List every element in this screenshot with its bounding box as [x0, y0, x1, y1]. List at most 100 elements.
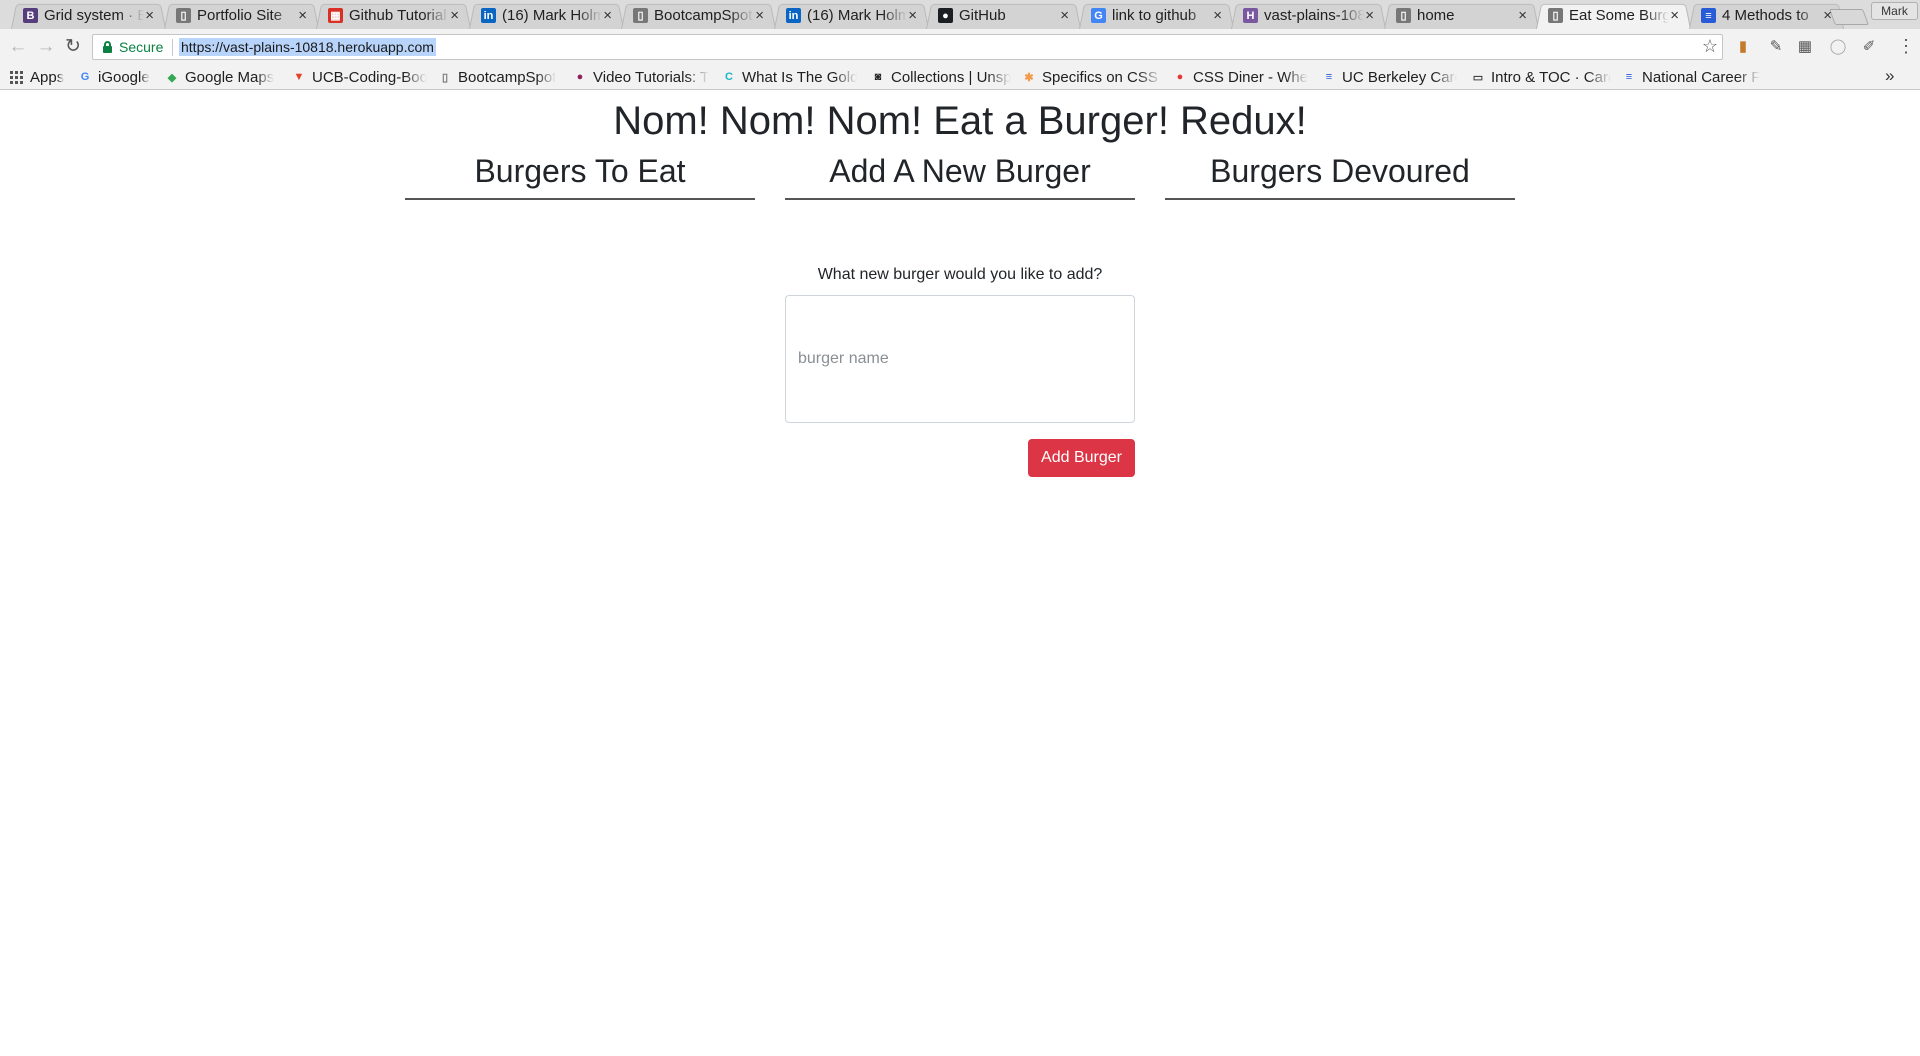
- bookmark-item[interactable]: ● CSS Diner - Where: [1173, 68, 1308, 86]
- add-burger-button[interactable]: Add Burger: [1028, 439, 1135, 477]
- burgers-devoured-heading: Burgers Devoured: [1165, 153, 1515, 200]
- close-tab-icon[interactable]: ×: [908, 7, 917, 24]
- diner-icon: ●: [1176, 71, 1184, 83]
- page-icon: ▯: [1396, 8, 1411, 23]
- back-arrow-icon[interactable]: ←: [6, 35, 30, 59]
- extension-pen-icon[interactable]: ✐: [1860, 38, 1878, 56]
- page-icon: ▯: [176, 8, 191, 23]
- bookmark-label: iGoogle: [98, 68, 150, 86]
- browser-tab[interactable]: Glink to github ×: [1079, 2, 1234, 30]
- page-title: Nom! Nom! Nom! Eat a Burger! Redux!: [613, 99, 1307, 143]
- google-icon: G: [1091, 8, 1106, 23]
- close-tab-icon[interactable]: ×: [755, 7, 764, 24]
- bookmark-label: Collections | Unsp: [891, 68, 1011, 86]
- close-tab-icon[interactable]: ×: [1060, 7, 1069, 24]
- bookmark-item[interactable]: Apps: [10, 68, 65, 86]
- page-icon: ▯: [633, 8, 648, 23]
- bookmark-item[interactable]: ✱ Specifics on CSS S: [1022, 68, 1162, 86]
- browser-tab[interactable]: ● GitHub ×: [926, 2, 1081, 30]
- bookmark-item[interactable]: ● Video Tutorials: T: [573, 68, 713, 86]
- profile-button[interactable]: Mark: [1871, 2, 1918, 20]
- bookmarks-overflow-chevron-icon[interactable]: »: [1885, 66, 1894, 86]
- close-tab-icon[interactable]: ×: [450, 7, 459, 24]
- tab-title: GitHub: [959, 7, 1006, 24]
- bookmark-star-icon[interactable]: ☆: [1702, 36, 1718, 57]
- tab-title: Github Tutorial: [349, 7, 447, 24]
- bookmark-item[interactable]: ▭ Intro & TOC · Care: [1471, 68, 1611, 86]
- linkedin-icon: in: [481, 8, 496, 23]
- bookmark-item[interactable]: ≡ National Career F: [1622, 68, 1762, 86]
- tab-title: (16) Mark Holmes: [502, 7, 602, 24]
- bookmark-item[interactable]: C What Is The Gold: [722, 68, 857, 86]
- bookmark-item[interactable]: ▼ UCB-Coding-Boot: [292, 68, 427, 86]
- docs-icon: ≡: [1701, 8, 1716, 23]
- bookmark-label: What Is The Gold: [742, 68, 857, 86]
- close-tab-icon[interactable]: ×: [1670, 7, 1679, 24]
- browser-tab[interactable]: in (16) Mark Holmes×: [469, 2, 624, 30]
- close-tab-icon[interactable]: ×: [1365, 7, 1374, 24]
- browser-tab[interactable]: ▯ Portfolio Site ×: [164, 2, 319, 30]
- browser-tab[interactable]: Hvast-plains-10818×: [1231, 2, 1386, 30]
- bookmark-item[interactable]: ◙ Collections | Unsp: [871, 68, 1011, 86]
- bookmark-label: Intro & TOC · Care: [1491, 68, 1611, 86]
- extension-keyboard-icon[interactable]: ▦: [1796, 38, 1814, 56]
- gitlab-icon: ▼: [293, 71, 305, 83]
- browser-menu-icon[interactable]: ⋮: [1897, 36, 1915, 56]
- page-icon: ▯: [1548, 8, 1563, 23]
- browser-tab[interactable]: ▦ Github Tutorial ×: [316, 2, 471, 30]
- reload-icon[interactable]: ↻: [61, 35, 85, 59]
- lock-icon: [103, 41, 112, 53]
- video-icon: ●: [576, 71, 584, 83]
- bookmark-label: Specifics on CSS S: [1042, 68, 1162, 86]
- close-tab-icon[interactable]: ×: [1518, 7, 1527, 24]
- browser-tab[interactable]: ▯ home ×: [1384, 2, 1539, 30]
- burgers-to-eat-heading: Burgers To Eat: [405, 153, 755, 200]
- extension-circle-icon[interactable]: ◯: [1829, 38, 1847, 56]
- bookmark-label: National Career F: [1642, 68, 1761, 86]
- browser-tab[interactable]: ▯ Eat Some Burgers×: [1536, 2, 1691, 30]
- omnibox-divider: [172, 39, 173, 56]
- docs-icon: ≡: [1325, 71, 1333, 83]
- maps-icon: ◆: [167, 71, 177, 84]
- close-tab-icon[interactable]: ×: [603, 7, 612, 24]
- tab-title: (16) Mark Holmes: [807, 7, 907, 24]
- bookmark-item[interactable]: ◆ Google Maps: [165, 68, 280, 86]
- new-tab-button[interactable]: [1829, 9, 1869, 25]
- book-icon: ▭: [1472, 71, 1484, 84]
- bookmarks-bar: Apps GiGoogle ◆ Google Maps ▼ UCB-Coding-Boot…: [0, 64, 1920, 90]
- bookmark-item[interactable]: GiGoogle: [78, 68, 158, 86]
- google-icon: G: [80, 71, 90, 83]
- tab-title: home: [1417, 7, 1455, 24]
- page-icon: ▯: [441, 71, 449, 84]
- url-text[interactable]: https://vast-plains-10818.herokuapp.com: [179, 38, 436, 56]
- address-bar[interactable]: Secure https://vast-plains-10818.herokua…: [92, 34, 1723, 60]
- close-tab-icon[interactable]: ×: [145, 7, 154, 24]
- docs-icon: ≡: [1625, 71, 1633, 83]
- bookmark-label: UCB-Coding-Boot: [312, 68, 427, 86]
- forward-arrow-icon[interactable]: →: [34, 35, 58, 59]
- browser-toolbar: ← → ↻ Secure https://vast-plains-10818.h…: [0, 29, 1920, 64]
- extension-ruler-icon[interactable]: ▮: [1734, 38, 1752, 56]
- bookmark-label: Google Maps: [185, 68, 275, 86]
- bookmark-item[interactable]: ≡ UC Berkeley Caree: [1322, 68, 1457, 86]
- bookmark-item[interactable]: ▯ BootcampSpot: [438, 68, 563, 86]
- browser-tab[interactable]: in (16) Mark Holmes×: [774, 2, 929, 30]
- tab-title: BootcampSpot: [654, 7, 753, 24]
- burgers-devoured-column: Burgers Devoured: [1165, 153, 1515, 200]
- tab-title: link to github: [1112, 7, 1197, 24]
- apps-grid-icon: [10, 70, 23, 84]
- bookmark-label: CSS Diner - Where: [1193, 68, 1308, 86]
- add-burger-heading: Add A New Burger: [785, 153, 1135, 200]
- close-tab-icon[interactable]: ×: [298, 7, 307, 24]
- browser-tab[interactable]: ▯ BootcampSpot ×: [621, 2, 776, 30]
- browser-tab[interactable]: ≡ 4 Methods to ×: [1689, 2, 1844, 30]
- add-burger-column: Add A New Burger: [785, 153, 1135, 200]
- browser-tab[interactable]: B Grid system · Bootstrap×: [11, 2, 166, 30]
- github-icon: ●: [938, 8, 953, 23]
- asterisk-icon: ✱: [1024, 71, 1034, 84]
- close-tab-icon[interactable]: ×: [1213, 7, 1222, 24]
- burger-name-input[interactable]: [785, 295, 1135, 423]
- extension-eyedropper-icon[interactable]: ✎: [1767, 38, 1785, 56]
- c-logo-icon: C: [725, 71, 733, 83]
- close-tab-icon[interactable]: ×: [1823, 7, 1832, 24]
